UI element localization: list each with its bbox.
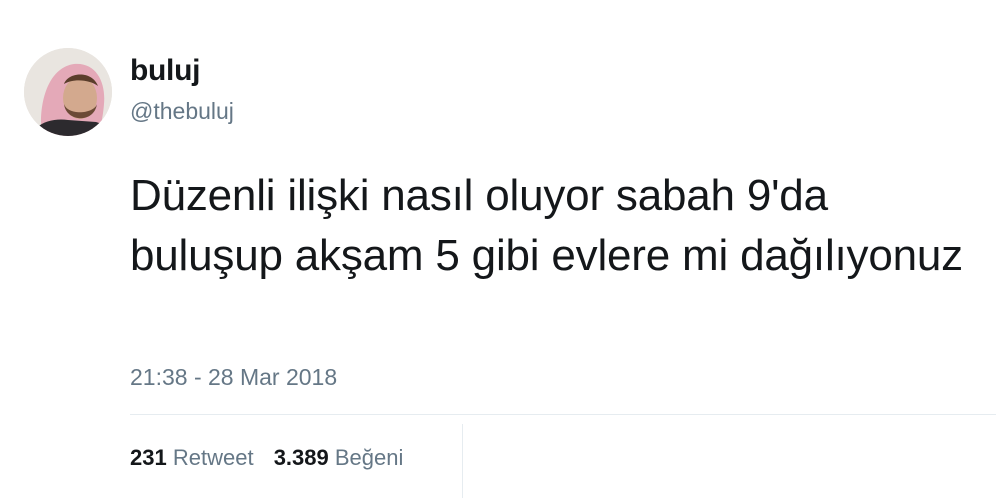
tweet-timestamp[interactable]: 21:38 - 28 Mar 2018 [130,364,337,391]
retweet-stat[interactable]: 231 Retweet [130,445,254,471]
display-name[interactable]: buluj [130,54,200,88]
like-stat[interactable]: 3.389 Beğeni [274,445,404,471]
tweet-text: Düzenli ilişki nasıl oluyor sabah 9'da b… [130,171,963,280]
tweet-stats: 231 Retweet 3.389 Beğeni [130,445,417,471]
avatar[interactable] [24,48,112,136]
like-count: 3.389 [273,445,329,470]
tweet-card: buluj @thebuluj Düzenli ilişki nasıl olu… [0,0,996,498]
stats-divider [462,424,463,498]
like-label: Beğeni [334,445,404,470]
avatar-image [24,48,112,136]
divider [130,414,996,415]
user-handle[interactable]: @thebuluj [130,98,234,125]
retweet-count: 231 [130,445,167,470]
retweet-label: Retweet [172,445,254,470]
